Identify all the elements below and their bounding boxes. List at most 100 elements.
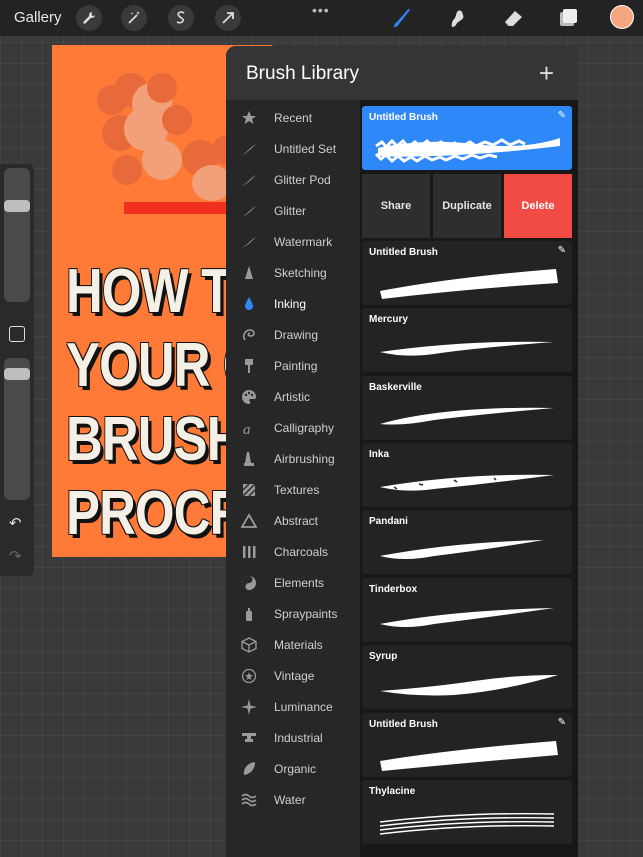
category-calligraphy[interactable]: a Calligraphy (238, 416, 358, 440)
calligraphy-icon: a (238, 417, 260, 439)
cube-icon (238, 634, 260, 656)
stroke-icon (238, 169, 260, 191)
delete-button[interactable]: Delete (504, 174, 572, 238)
brush-item[interactable]: Inka (362, 443, 572, 507)
panel-title: Brush Library (246, 63, 359, 84)
transform-arrow-icon[interactable] (215, 5, 241, 31)
triangle-icon (238, 510, 260, 532)
color-picker-swatch[interactable] (610, 5, 634, 29)
brush-stroke-preview (380, 608, 554, 627)
category-industrial[interactable]: Industrial (238, 726, 358, 750)
leaf-icon (238, 758, 260, 780)
brush-stroke-preview (380, 474, 554, 491)
category-luminance[interactable]: Luminance (238, 695, 358, 719)
gallery-button[interactable]: Gallery (14, 9, 62, 26)
left-sidebar: ↶ ↷ (0, 164, 34, 576)
category-inking[interactable]: Inking (238, 292, 358, 316)
brush-item[interactable]: Tinderbox (362, 578, 572, 642)
sparkle-icon (238, 696, 260, 718)
custom-brush-icon: ✎ (557, 245, 566, 256)
more-options[interactable]: ••• (312, 2, 330, 18)
opacity-handle[interactable] (4, 368, 30, 380)
brush-item[interactable]: Mercury (362, 308, 572, 372)
paint-blob (147, 73, 177, 103)
brush-list: Untitled Brush ✎ Share Duplicate Delete … (360, 100, 578, 857)
paint-brush-icon (238, 355, 260, 377)
brush-stroke-preview (380, 407, 554, 425)
pencil-icon (238, 262, 260, 284)
brush-icon[interactable] (390, 5, 416, 31)
paint-blob (142, 140, 182, 180)
vintage-star-icon (238, 665, 260, 687)
brush-stroke-preview (380, 675, 558, 696)
custom-brush-icon: ✎ (557, 717, 566, 728)
category-recent[interactable]: Recent (238, 106, 358, 130)
brush-library-panel: Brush Library + Recent Untitled Set Glit… (226, 46, 578, 857)
waves-icon (238, 789, 260, 811)
yin-yang-icon (238, 572, 260, 594)
category-water[interactable]: Water (238, 788, 358, 812)
duplicate-button[interactable]: Duplicate (433, 174, 504, 238)
brush-item[interactable]: Syrup (362, 645, 572, 709)
brush-stroke-preview (380, 540, 544, 559)
category-painting[interactable]: Painting (238, 354, 358, 378)
brush-stroke-preview (380, 341, 554, 356)
category-sketching[interactable]: Sketching (238, 261, 358, 285)
magic-wand-icon[interactable] (121, 5, 147, 31)
brush-item[interactable]: Baskerville (362, 376, 572, 440)
smudge-icon[interactable] (445, 5, 471, 31)
brush-stroke-preview (380, 741, 558, 771)
anvil-icon (238, 727, 260, 749)
ink-drop-icon (238, 293, 260, 315)
category-vintage[interactable]: Vintage (238, 664, 358, 688)
share-button[interactable]: Share (362, 174, 433, 238)
category-airbrushing[interactable]: Airbrushing (238, 447, 358, 471)
brush-item-selected[interactable]: Untitled Brush ✎ (362, 106, 572, 170)
modify-button[interactable] (9, 326, 25, 342)
category-watermark[interactable]: Watermark (238, 230, 358, 254)
add-brush-button[interactable]: + (539, 58, 554, 89)
category-spraypaints[interactable]: Spraypaints (238, 602, 358, 626)
svg-text:a: a (243, 422, 251, 436)
category-textures[interactable]: Textures (238, 478, 358, 502)
stroke-icon (238, 231, 260, 253)
layers-icon[interactable] (555, 5, 581, 31)
brush-item[interactable]: Thylacine (362, 780, 572, 844)
wrench-icon[interactable] (76, 5, 102, 31)
stroke-icon (238, 138, 260, 160)
redo-icon[interactable]: ↷ (9, 547, 22, 565)
top-toolbar: Gallery ••• (0, 0, 643, 36)
brush-action-bar: Share Duplicate Delete (362, 174, 572, 238)
spray-can-icon (238, 603, 260, 625)
category-artistic[interactable]: Artistic (238, 385, 358, 409)
eraser-icon[interactable] (500, 5, 526, 31)
airbrush-icon (238, 448, 260, 470)
category-glitter[interactable]: Glitter (238, 199, 358, 223)
category-drawing[interactable]: Drawing (238, 323, 358, 347)
category-materials[interactable]: Materials (238, 633, 358, 657)
brush-size-handle[interactable] (4, 200, 30, 212)
category-glitter-pod[interactable]: Glitter Pod (238, 168, 358, 192)
undo-icon[interactable]: ↶ (9, 514, 22, 532)
brush-stroke-preview (374, 138, 560, 164)
brush-stroke-preview (380, 269, 558, 299)
category-abstract[interactable]: Abstract (238, 509, 358, 533)
brush-category-list: Recent Untitled Set Glitter Pod Glitter … (226, 100, 360, 857)
category-untitled-set[interactable]: Untitled Set (238, 137, 358, 161)
category-charcoals[interactable]: Charcoals (238, 540, 358, 564)
custom-brush-icon: ✎ (557, 110, 566, 121)
brush-size-slider[interactable] (4, 168, 30, 302)
brush-item[interactable]: Untitled Brush ✎ (362, 713, 572, 777)
selection-icon[interactable] (168, 5, 194, 31)
charcoal-icon (238, 541, 260, 563)
palette-icon (238, 386, 260, 408)
brush-stroke-preview (379, 812, 555, 835)
category-elements[interactable]: Elements (238, 571, 358, 595)
brush-item[interactable]: Untitled Brush ✎ (362, 241, 572, 305)
brush-item[interactable]: Pandani (362, 510, 572, 574)
stroke-icon (238, 200, 260, 222)
panel-header: Brush Library + (226, 46, 578, 100)
category-organic[interactable]: Organic (238, 757, 358, 781)
star-icon (238, 107, 260, 129)
texture-icon (238, 479, 260, 501)
